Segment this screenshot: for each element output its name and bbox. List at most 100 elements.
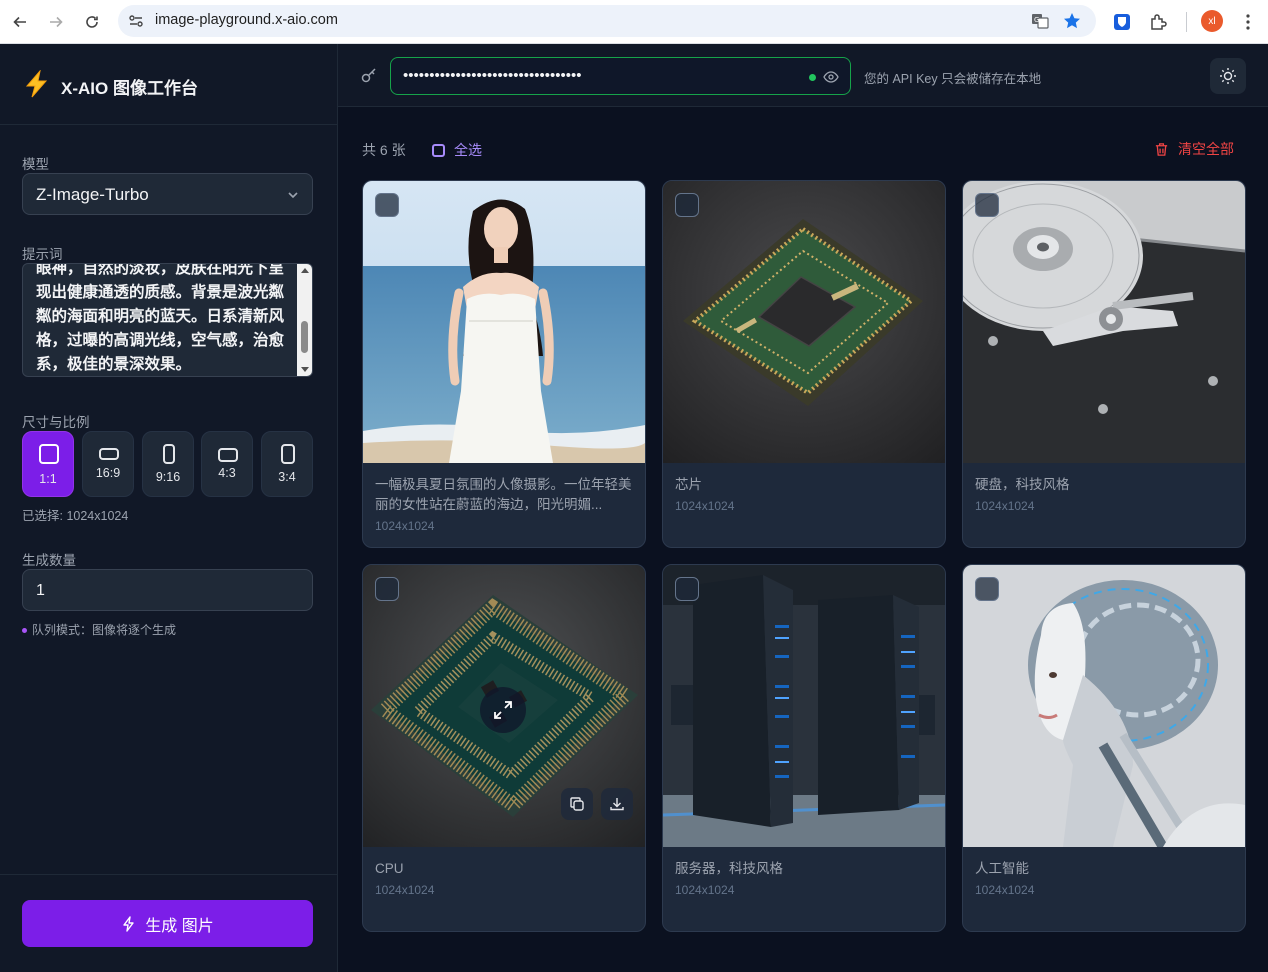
queue-note-text: 队列模式：图像将逐个生成: [32, 623, 177, 637]
theme-toggle-button[interactable]: [1210, 58, 1246, 94]
brand-header: X-AIO 图像工作台: [0, 44, 337, 125]
address-bar[interactable]: image-playground.x-aio.com G: [118, 5, 1096, 37]
select-checkbox[interactable]: [375, 193, 399, 217]
lightning-icon: [25, 70, 48, 98]
model-label: 模型: [22, 157, 49, 172]
api-key-note: 您的 API Key 只会被储存在本地: [864, 72, 1042, 86]
ratio-16-9-button[interactable]: 16:9: [82, 431, 134, 497]
image-card[interactable]: 人工智能 1024x1024: [962, 564, 1246, 932]
image-count: 共 6 张: [362, 142, 406, 158]
url-text[interactable]: image-playground.x-aio.com: [155, 12, 338, 28]
lightning-icon: [123, 915, 134, 932]
image-size: 1024x1024: [375, 519, 435, 533]
trash-icon: [1155, 142, 1168, 156]
copy-icon: [570, 797, 584, 811]
portrait-icon: [281, 444, 295, 464]
image-size: 1024x1024: [375, 883, 435, 897]
prompt-textarea[interactable]: 眼神，自然的淡妆，皮肤在阳光下呈现出健康通透的质感。背景是波光粼粼的海面和明亮的…: [22, 263, 313, 377]
ai-robot-image[interactable]: [963, 565, 1245, 847]
expand-preview-button[interactable]: [480, 687, 526, 733]
profile-avatar[interactable]: xl: [1201, 10, 1223, 32]
chip-image[interactable]: [663, 181, 945, 463]
portrait-beach-image[interactable]: [363, 181, 645, 463]
prompt-text[interactable]: 眼神，自然的淡妆，皮肤在阳光下呈现出健康通透的质感。背景是波光粼粼的海面和明亮的…: [36, 264, 298, 376]
model-value: Z-Image-Turbo: [36, 185, 149, 204]
select-all-label: 全选: [454, 142, 482, 158]
eye-icon[interactable]: [823, 69, 839, 85]
forward-icon[interactable]: [44, 10, 68, 34]
server-rack-image[interactable]: [663, 565, 945, 847]
clear-all-button[interactable]: 清空全部: [1154, 139, 1234, 159]
ratio-label-text: 1:1: [39, 472, 57, 486]
count-value[interactable]: 1: [36, 582, 45, 600]
password-manager-icon[interactable]: [1110, 10, 1134, 34]
image-card[interactable]: CPU 1024x1024: [362, 564, 646, 932]
generate-label: 生成 图片: [145, 917, 214, 935]
app-title: X-AIO 图像工作台: [61, 79, 198, 98]
scroll-up-arrow[interactable]: [301, 268, 309, 273]
api-key-value[interactable]: ••••••••••••••••••••••••••••••••••: [403, 67, 582, 84]
ratio-3-4-button[interactable]: 3:4: [261, 431, 313, 497]
copy-button[interactable]: [561, 788, 593, 820]
hard-drive-image[interactable]: [963, 181, 1245, 463]
sun-icon: [1220, 68, 1236, 84]
translate-icon[interactable]: G: [1030, 11, 1050, 31]
scroll-thumb[interactable]: [301, 321, 308, 353]
model-select[interactable]: Z-Image-Turbo: [22, 173, 313, 215]
prompt-label: 提示词: [22, 247, 63, 262]
ratio-options: 1:1 16:9 9:16 4:3 3:4: [22, 431, 313, 497]
image-size: 1024x1024: [975, 883, 1035, 897]
back-icon[interactable]: [8, 10, 32, 34]
queue-note: 队列模式：图像将逐个生成: [22, 621, 176, 638]
scroll-down-arrow[interactable]: [301, 367, 309, 372]
image-caption: 服务器，科技风格: [675, 861, 783, 876]
prompt-scrollbar[interactable]: [297, 264, 312, 376]
ratio-9-16-button[interactable]: 9:16: [142, 431, 194, 497]
reload-icon[interactable]: [80, 10, 104, 34]
ratio-label-text: 9:16: [155, 470, 181, 484]
ratio-label-text: 3:4: [278, 470, 296, 484]
sidebar-divider: [0, 874, 337, 875]
image-size: 1024x1024: [975, 499, 1035, 513]
generate-button[interactable]: 生成 图片: [22, 900, 313, 947]
select-checkbox[interactable]: [675, 193, 699, 217]
select-all-button[interactable]: 全选: [432, 140, 482, 160]
image-card[interactable]: 一幅极具夏日氛围的人像摄影。一位年轻美丽的女性站在蔚蓝的海边，阳光明媚... 1…: [362, 180, 646, 548]
ratio-label-text: 16:9: [95, 466, 121, 480]
browser-toolbar: image-playground.x-aio.com G xl: [0, 0, 1268, 44]
image-caption: 人工智能: [975, 861, 1029, 876]
chevron-down-icon: [288, 192, 298, 199]
api-key-input[interactable]: ••••••••••••••••••••••••••••••••••: [390, 57, 851, 95]
bookmark-star-icon[interactable]: [1062, 11, 1082, 31]
toolbar-divider: [1186, 12, 1187, 32]
select-checkbox[interactable]: [675, 577, 699, 601]
svg-text:G: G: [1034, 16, 1039, 24]
square-icon: [39, 444, 59, 464]
image-card[interactable]: 硬盘，科技风格 1024x1024: [962, 180, 1246, 548]
select-checkbox[interactable]: [975, 577, 999, 601]
api-key-bar: •••••••••••••••••••••••••••••••••• 您的 AP…: [338, 44, 1268, 107]
queue-dot-icon: [22, 628, 27, 634]
expand-icon: [494, 701, 512, 719]
portrait-icon: [163, 444, 175, 464]
download-button[interactable]: [601, 788, 633, 820]
image-size: 1024x1024: [675, 499, 735, 513]
sidebar: X-AIO 图像工作台 模型 Z-Image-Turbo 提示词 眼神，自然的淡…: [0, 44, 338, 972]
selected-size-info: 已选择: 1024x1024: [22, 509, 129, 523]
count-input[interactable]: 1: [22, 569, 313, 611]
extensions-icon[interactable]: [1146, 10, 1170, 34]
image-caption: 硬盘，科技风格: [975, 477, 1070, 492]
site-settings-icon[interactable]: [128, 13, 144, 29]
ratio-label: 尺寸与比例: [22, 415, 90, 430]
ratio-4-3-button[interactable]: 4:3: [201, 431, 253, 497]
select-checkbox[interactable]: [375, 577, 399, 601]
image-caption: CPU: [375, 861, 404, 876]
key-icon: [361, 68, 376, 83]
ratio-1-1-button[interactable]: 1:1: [22, 431, 74, 497]
image-card[interactable]: 服务器，科技风格 1024x1024: [662, 564, 946, 932]
select-checkbox[interactable]: [975, 193, 999, 217]
image-caption: 芯片: [675, 477, 702, 492]
more-menu-icon[interactable]: [1236, 10, 1260, 34]
image-caption: 一幅极具夏日氛围的人像摄影。一位年轻美丽的女性站在蔚蓝的海边，阳光明媚...: [375, 477, 632, 512]
image-card[interactable]: 芯片 1024x1024: [662, 180, 946, 548]
